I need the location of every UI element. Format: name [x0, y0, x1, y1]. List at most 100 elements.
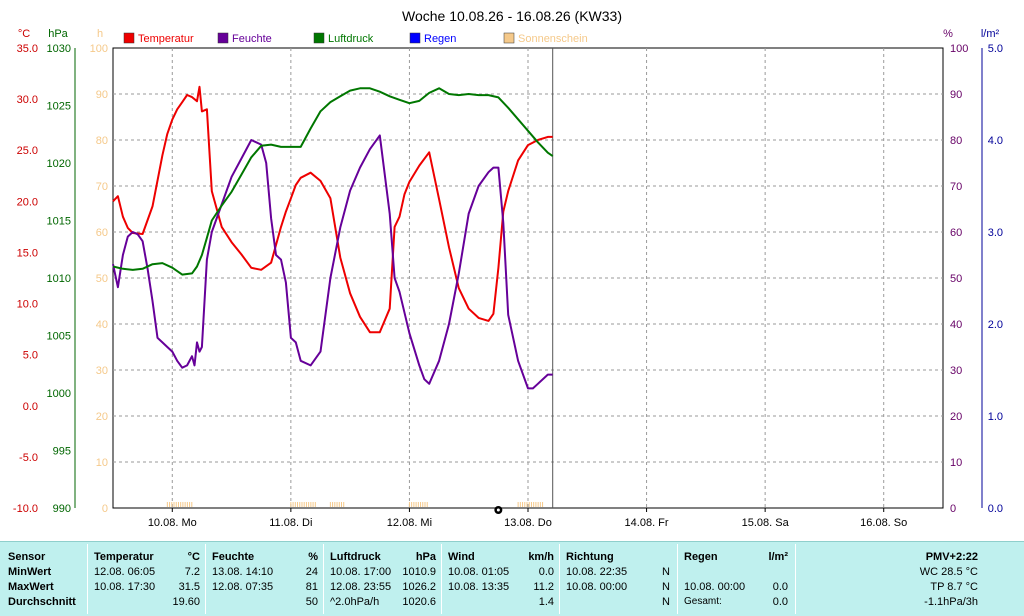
- x-tick-label: 15.08. Sa: [742, 517, 790, 529]
- axis-tick-press: 1025: [47, 101, 71, 113]
- axis-tick-sun: 80: [96, 135, 108, 147]
- axis-tick-hum: 60: [950, 227, 962, 239]
- axis-tick-rain: 3.0: [988, 227, 1003, 239]
- temp-max-time: 10.08. 17:30: [94, 581, 156, 593]
- legend-label: Luftdruck: [328, 33, 374, 45]
- rain-total-label: Gesamt:: [684, 596, 722, 607]
- legend-label: Feuchte: [232, 33, 272, 45]
- wind-min-value: 0.0: [538, 566, 554, 578]
- dir-avg-value: N: [662, 596, 670, 608]
- axis-unit-sun: h: [97, 28, 103, 40]
- axis-tick-hum: 40: [950, 319, 962, 331]
- dir-max-time: 10.08. 00:00: [566, 581, 628, 593]
- axis-tick-sun: 0: [102, 503, 108, 515]
- rain-max-value: 0.0: [772, 581, 788, 593]
- wind-max-value: 11.2: [533, 581, 554, 593]
- axis-tick-temp: 0.0: [23, 401, 38, 413]
- axis-tick-sun: 30: [96, 365, 108, 377]
- axis-tick-press: 1020: [47, 158, 71, 170]
- x-tick-label: 12.08. Mi: [387, 517, 432, 529]
- row-label-min: MinWert: [8, 566, 52, 578]
- pmv-title: PMV+2:22: [925, 551, 978, 563]
- axis-tick-temp: 5.0: [23, 350, 38, 362]
- axis-tick-hum: 50: [950, 273, 962, 285]
- axis-tick-sun: 50: [96, 273, 108, 285]
- axis-tick-sun: 70: [96, 181, 108, 193]
- axis-unit-hum: %: [943, 28, 953, 40]
- axis-unit-temp: °C: [18, 28, 30, 40]
- axis-tick-press: 1015: [47, 216, 71, 228]
- axis-tick-hum: 0: [950, 503, 956, 515]
- axis-tick-temp: -5.0: [19, 452, 38, 464]
- axis-unit-press: hPa: [48, 28, 68, 40]
- legend-swatch: [123, 32, 135, 44]
- hum-min-value: 24: [305, 566, 318, 578]
- axis-tick-rain: 1.0: [988, 411, 1003, 423]
- axis-tick-sun: 60: [96, 227, 108, 239]
- current-time-marker-dot: [496, 508, 500, 512]
- axis-tick-temp: 10.0: [17, 299, 38, 311]
- rain-unit: l/m²: [768, 551, 788, 563]
- chart-grid: [112, 47, 944, 509]
- legend-label: Temperatur: [138, 33, 194, 45]
- axis-tick-sun: 40: [96, 319, 108, 331]
- dir-title: Richtung: [566, 551, 614, 563]
- dir-min-value: N: [662, 566, 670, 578]
- axis-tick-press: 1030: [47, 43, 71, 55]
- axis-tick-hum: 70: [950, 181, 962, 193]
- axis-tick-press: 1000: [47, 388, 71, 400]
- temp-unit: °C: [187, 551, 200, 563]
- axis-tick-temp: 35.0: [17, 43, 38, 55]
- axis-tick-hum: 90: [950, 89, 962, 101]
- hum-max-time: 12.08. 07:35: [212, 581, 274, 593]
- wind-avg-value: 1.4: [538, 596, 554, 608]
- hum-unit: %: [308, 551, 318, 563]
- x-tick-label: 10.08. Mo: [148, 517, 197, 529]
- axis-tick-rain: 4.0: [988, 135, 1003, 147]
- row-label-max: MaxWert: [8, 581, 54, 593]
- axis-tick-temp: -10.0: [13, 503, 38, 515]
- legend-swatch: [409, 32, 421, 44]
- dir-max-value: N: [662, 581, 670, 593]
- press-max-value: 1026.2: [402, 581, 436, 593]
- axis-tick-press: 995: [53, 446, 71, 458]
- hum-min-time: 13.08. 14:10: [212, 566, 274, 578]
- axis-tick-rain: 5.0: [988, 43, 1003, 55]
- rain-max-time: 10.08. 00:00: [684, 581, 746, 593]
- chart-legend: Temperatur Feuchte Luftdruck Regen Sonnensch…: [123, 32, 588, 45]
- temp-avg-value: 19.60: [172, 596, 200, 608]
- statistics-panel: Sensor MinWert MaxWert Durchschnitt Temp…: [0, 541, 1024, 616]
- x-tick-label: 11.08. Di: [269, 517, 312, 529]
- axis-tick-press: 990: [53, 503, 71, 515]
- pmv-dewpoint: TP 8.7 °C: [930, 581, 978, 593]
- axis-unit-rain: l/m²: [981, 28, 1000, 40]
- press-title: Luftdruck: [330, 551, 381, 563]
- axis-tick-rain: 2.0: [988, 319, 1003, 331]
- row-label-avg: Durchschnitt: [8, 596, 76, 608]
- dir-min-time: 10.08. 22:35: [566, 566, 628, 578]
- axis-tick-hum: 100: [950, 43, 968, 55]
- temp-title: Temperatur: [94, 551, 154, 563]
- axis-tick-sun: 10: [96, 457, 108, 469]
- legend-swatch: [503, 32, 515, 44]
- temp-max-value: 31.5: [178, 581, 200, 593]
- weather-chart: Woche 10.08.26 - 16.08.26 (KW33) °C hPa …: [13, 8, 1003, 529]
- rain-total-value: 0.0: [772, 596, 788, 608]
- pmv-pressure-trend: -1.1hPa/3h: [924, 596, 978, 608]
- legend-label: Sonnenschein: [518, 33, 588, 45]
- legend-swatch: [313, 32, 325, 44]
- hum-max-value: 81: [305, 581, 318, 593]
- x-tick-label: 14.08. Fr: [625, 517, 669, 529]
- press-trend: ^2.0hPa/h: [330, 596, 380, 608]
- axis-tick-hum: 80: [950, 135, 962, 147]
- axis-tick-temp: 15.0: [17, 247, 38, 259]
- axis-tick-temp: 30.0: [17, 94, 38, 106]
- row-label-sensor: Sensor: [8, 551, 46, 563]
- wind-max-time: 10.08. 13:35: [448, 581, 510, 593]
- legend-swatch: [217, 32, 229, 44]
- x-tick-label: 13.08. Do: [504, 517, 552, 529]
- axis-tick-press: 1005: [47, 331, 71, 343]
- axis-tick-sun: 100: [90, 43, 108, 55]
- wind-title: Wind: [448, 551, 475, 563]
- x-tick-label: 16.08. So: [860, 517, 907, 529]
